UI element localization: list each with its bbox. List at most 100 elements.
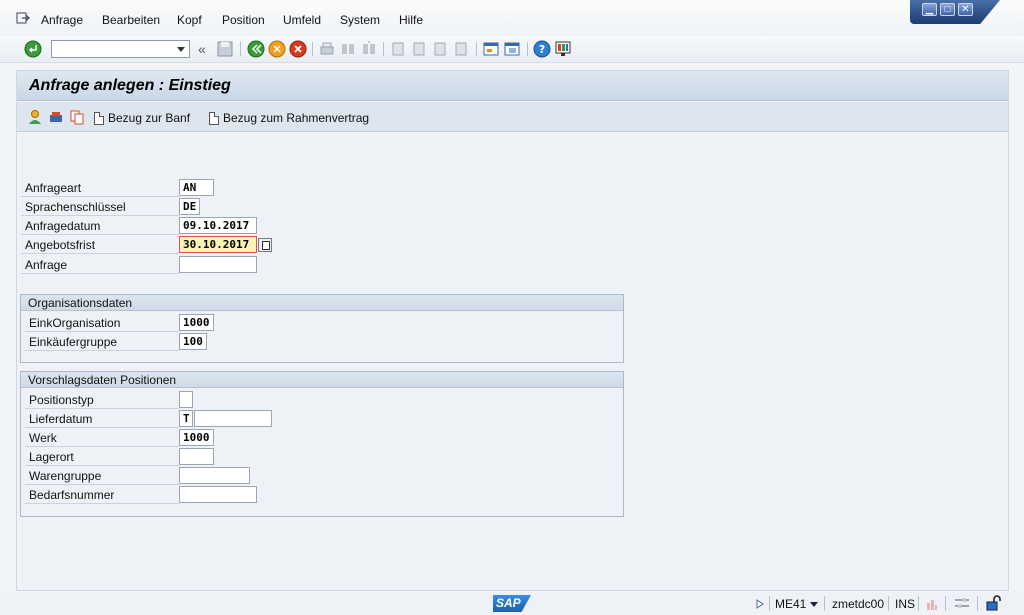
- label-anfragedatum: Anfragedatum: [21, 217, 179, 235]
- anfrage-field[interactable]: [179, 256, 257, 273]
- svg-text:?: ?: [539, 43, 545, 56]
- close-button[interactable]: ✕: [958, 3, 973, 16]
- menu-bar: Anfrage Bearbeiten Kopf Position Umfeld …: [0, 0, 1024, 38]
- lieferdatum-type-field[interactable]: T: [179, 410, 193, 427]
- bezug-rahmenvertrag-button[interactable]: Bezug zum Rahmenvertrag: [209, 109, 369, 127]
- vorschlagsdaten-group: Vorschlagsdaten Positionen Positionstyp …: [20, 371, 624, 517]
- label-einkaeufergruppe: Einkäufergruppe: [25, 333, 179, 351]
- organisationsdaten-group: Organisationsdaten EinkOrganisation 1000…: [20, 294, 624, 363]
- status-separator: [888, 596, 889, 611]
- play-icon[interactable]: [756, 599, 764, 609]
- next-page-icon[interactable]: [431, 40, 449, 58]
- copy-reference-icon[interactable]: [48, 109, 64, 125]
- label-werk: Werk: [25, 429, 179, 447]
- help-icon[interactable]: ?: [533, 40, 551, 58]
- status-bar: SAP ME41 zmetdc00 INS: [0, 592, 1024, 615]
- menu-bearbeiten[interactable]: Bearbeiten: [102, 13, 160, 27]
- toolbar-separator: [312, 42, 313, 56]
- cancel-icon[interactable]: [289, 40, 307, 58]
- vendor-icon[interactable]: [27, 109, 43, 125]
- organisationsdaten-header: Organisationsdaten: [21, 295, 623, 311]
- minimize-button[interactable]: ▁: [922, 3, 937, 16]
- chevron-down-icon[interactable]: [810, 602, 818, 607]
- command-field[interactable]: [51, 40, 190, 58]
- label-einkorganisation: EinkOrganisation: [25, 314, 179, 332]
- transaction-code: ME41: [775, 597, 807, 611]
- new-session-icon[interactable]: [482, 40, 500, 58]
- first-page-icon[interactable]: [389, 40, 407, 58]
- einkorganisation-field[interactable]: 1000: [179, 314, 214, 331]
- copy-icon[interactable]: [69, 109, 85, 125]
- einkaeufergruppe-field[interactable]: 100: [179, 333, 207, 350]
- bezug-banf-label: Bezug zur Banf: [108, 111, 191, 125]
- value-help-icon[interactable]: [258, 238, 272, 252]
- bezug-rahmenvertrag-label: Bezug zum Rahmenvertrag: [223, 111, 370, 125]
- document-icon: [94, 111, 104, 125]
- bedarfsnummer-field[interactable]: [179, 486, 257, 503]
- label-anfrage: Anfrage: [21, 256, 179, 274]
- vorschlagsdaten-header: Vorschlagsdaten Positionen: [21, 372, 623, 388]
- status-separator: [918, 596, 919, 611]
- label-anfrageart: Anfrageart: [21, 179, 179, 197]
- warengruppe-field[interactable]: [179, 467, 250, 484]
- menu-system[interactable]: System: [340, 13, 380, 27]
- label-angebotsfrist: Angebotsfrist: [21, 236, 179, 254]
- menu-umfeld[interactable]: Umfeld: [283, 13, 321, 27]
- toolbar-separator: [476, 42, 477, 56]
- status-separator: [977, 596, 978, 611]
- window-controls: ▁ □ ✕: [910, 0, 1000, 24]
- maximize-button[interactable]: □: [940, 3, 955, 16]
- label-positionstyp: Positionstyp: [25, 391, 179, 409]
- label-lieferdatum: Lieferdatum: [25, 410, 179, 428]
- find-next-icon[interactable]: [360, 40, 378, 58]
- back-icon[interactable]: [247, 40, 265, 58]
- toolbar-separator: [240, 42, 241, 56]
- screen-title-bar: Anfrage anlegen : Einstieg: [17, 71, 1008, 101]
- input-mode: INS: [895, 597, 916, 611]
- status-separator: [769, 596, 770, 611]
- print-icon[interactable]: [318, 40, 336, 58]
- label-warengruppe: Warengruppe: [25, 467, 179, 485]
- menu-position[interactable]: Position: [222, 13, 265, 27]
- server-name: zmetdc00: [832, 597, 885, 611]
- lagerort-field[interactable]: [179, 448, 214, 465]
- label-bedarfsnummer: Bedarfsnummer: [25, 486, 179, 504]
- last-page-icon[interactable]: [452, 40, 470, 58]
- performance-icon: [927, 600, 937, 610]
- anfragedatum-field[interactable]: 09.10.2017: [179, 217, 257, 234]
- label-sprachenschluessel: Sprachenschlüssel: [21, 198, 179, 216]
- shortcut-icon[interactable]: [503, 40, 521, 58]
- toolbar-separator: [383, 42, 384, 56]
- status-separator: [945, 596, 946, 611]
- menu-anfrage[interactable]: Anfrage: [41, 13, 83, 27]
- bezug-banf-button[interactable]: Bezug zur Banf: [94, 109, 190, 127]
- application-toolbar: Bezug zur Banf Bezug zum Rahmenvertrag: [17, 102, 1008, 132]
- settings-sliders-icon[interactable]: [954, 597, 970, 610]
- find-icon[interactable]: [339, 40, 357, 58]
- label-lagerort: Lagerort: [25, 448, 179, 466]
- chevron-down-icon[interactable]: [177, 47, 185, 52]
- angebotsfrist-field[interactable]: 30.10.2017: [179, 236, 257, 253]
- sap-logo: SAP: [493, 595, 531, 612]
- standard-toolbar: « ?: [0, 36, 1024, 63]
- status-separator: [824, 596, 825, 611]
- sprachenschluessel-field[interactable]: DE: [179, 198, 200, 215]
- anfrageart-field[interactable]: AN: [179, 179, 214, 196]
- previous-page-icon[interactable]: [410, 40, 428, 58]
- save-icon[interactable]: [216, 40, 234, 58]
- page-title: Anfrage anlegen : Einstieg: [29, 77, 231, 94]
- collapse-icon[interactable]: «: [198, 41, 206, 57]
- enter-icon[interactable]: [24, 40, 42, 58]
- main-screen: Anfrage anlegen : Einstieg Bezug zur Ban…: [16, 70, 1009, 591]
- document-icon: [209, 111, 219, 125]
- unlock-icon[interactable]: [985, 594, 1003, 612]
- positionstyp-field[interactable]: [179, 391, 193, 408]
- toolbar-separator: [527, 42, 528, 56]
- menu-kopf[interactable]: Kopf: [177, 13, 202, 27]
- menu-hilfe[interactable]: Hilfe: [399, 13, 423, 27]
- lieferdatum-field[interactable]: [194, 410, 272, 427]
- exit-icon[interactable]: [268, 40, 286, 58]
- menu-exit-icon[interactable]: [16, 12, 30, 24]
- werk-field[interactable]: 1000: [179, 429, 214, 446]
- customize-layout-icon[interactable]: [554, 40, 572, 58]
